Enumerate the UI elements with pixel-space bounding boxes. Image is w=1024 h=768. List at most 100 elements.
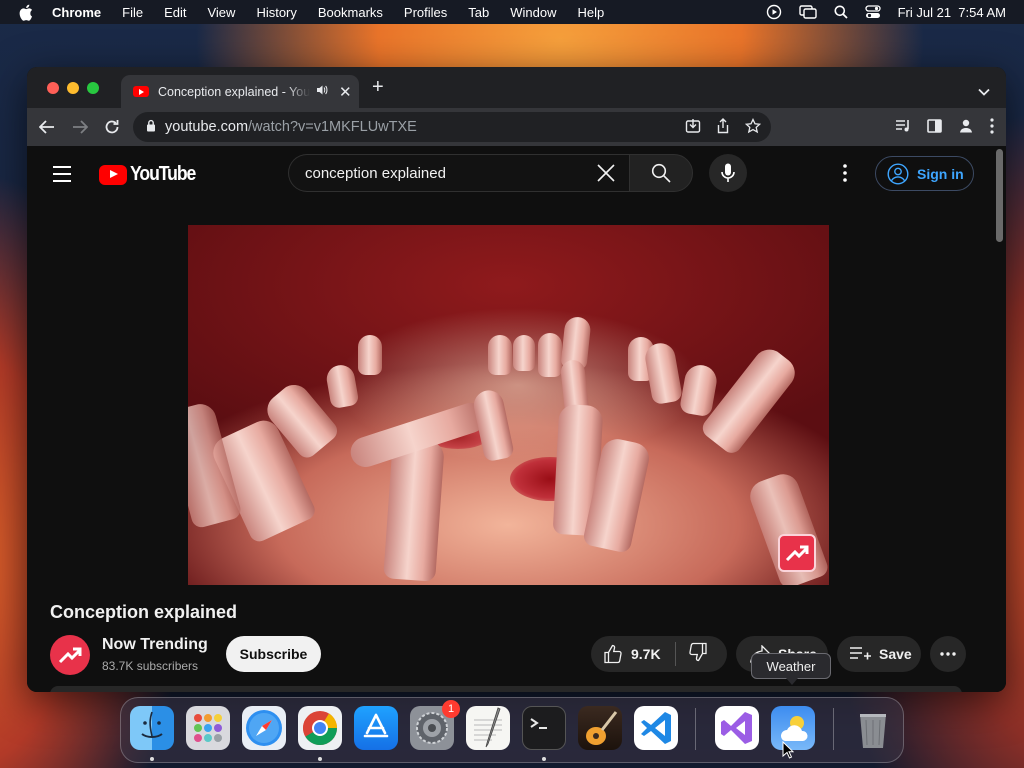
account-circle-icon xyxy=(887,162,909,185)
menubar-clock[interactable]: Fri Jul 21 7:54 AM xyxy=(898,5,1006,20)
side-panel-icon[interactable] xyxy=(927,119,942,138)
channel-watermark[interactable] xyxy=(778,534,816,572)
url-path: /watch?v=v1MKFLUwTXE xyxy=(248,119,417,135)
channel-name[interactable]: Now Trending xyxy=(102,636,208,654)
minimize-window-button[interactable] xyxy=(67,82,79,94)
like-count: 9.7K xyxy=(631,646,661,662)
playlist-add-icon xyxy=(850,647,871,660)
save-button[interactable]: Save xyxy=(837,636,921,672)
menu-view[interactable]: View xyxy=(207,5,235,20)
menu-chrome[interactable]: Chrome xyxy=(52,5,101,20)
dock-launchpad-icon[interactable] xyxy=(186,706,230,750)
apple-icon[interactable] xyxy=(18,3,36,21)
microphone-icon xyxy=(721,163,735,182)
dock-textedit-icon[interactable] xyxy=(466,706,510,750)
search-input[interactable]: conception explained xyxy=(288,154,629,192)
page-scrollbar[interactable] xyxy=(994,146,1006,692)
menu-bookmarks[interactable]: Bookmarks xyxy=(318,5,383,20)
tab-youtube[interactable]: Conception explained - YouTube ✕ xyxy=(121,75,359,108)
dock-trash-icon[interactable] xyxy=(851,706,895,750)
more-horizontal-icon xyxy=(940,652,956,656)
subscriber-count: 83.7K subscribers xyxy=(102,659,199,673)
youtube-header: YouTube conception explained Sign in xyxy=(27,146,992,202)
thumbs-down-icon xyxy=(689,642,707,661)
zoom-window-button[interactable] xyxy=(87,82,99,94)
thumbs-up-icon xyxy=(604,644,622,664)
screen-mirroring-icon[interactable] xyxy=(798,5,817,19)
youtube-favicon-icon xyxy=(133,86,149,97)
forward-button[interactable] xyxy=(70,117,90,137)
search-query: conception explained xyxy=(305,164,446,182)
new-tab-button[interactable]: + xyxy=(372,77,384,97)
search-icon xyxy=(651,163,671,183)
youtube-play-logo-icon xyxy=(99,164,127,185)
scrollbar-thumb[interactable] xyxy=(996,149,1003,242)
youtube-logo-text: YouTube xyxy=(130,163,196,185)
menu-file[interactable]: File xyxy=(122,5,143,20)
subscribe-button[interactable]: Subscribe xyxy=(226,636,321,672)
sign-in-button[interactable]: Sign in xyxy=(875,156,974,191)
mouse-pointer-icon xyxy=(782,740,795,764)
dock-terminal-icon[interactable] xyxy=(522,706,566,750)
browser-toolbar: youtube.com/watch?v=v1MKFLUwTXE xyxy=(27,108,1006,146)
description-box[interactable] xyxy=(50,686,962,692)
spotlight-search-icon[interactable] xyxy=(834,5,848,19)
lock-icon[interactable] xyxy=(146,119,156,136)
menu-window[interactable]: Window xyxy=(510,5,556,20)
channel-avatar[interactable] xyxy=(50,635,90,675)
save-label: Save xyxy=(879,646,912,662)
video-title: Conception explained xyxy=(50,602,238,622)
trending-arrow-icon xyxy=(785,545,809,562)
dock-safari-icon[interactable] xyxy=(242,706,286,750)
profile-icon[interactable] xyxy=(958,118,974,139)
media-controls-icon[interactable] xyxy=(895,119,911,138)
video-player[interactable] xyxy=(188,225,829,585)
sign-in-label: Sign in xyxy=(917,165,964,182)
tab-audio-icon[interactable] xyxy=(316,84,330,99)
menu-edit[interactable]: Edit xyxy=(164,5,186,20)
dock-visual-studio-icon[interactable] xyxy=(715,706,759,750)
clear-search-icon[interactable] xyxy=(597,164,615,186)
play-status-icon[interactable] xyxy=(766,4,782,20)
settings-more-icon[interactable] xyxy=(843,164,847,187)
dock-app-store-icon[interactable] xyxy=(354,706,398,750)
browser-window: Conception explained - YouTube ✕ + youtu… xyxy=(27,67,1006,692)
voice-search-button[interactable] xyxy=(709,154,747,192)
tab-strip: Conception explained - YouTube ✕ + xyxy=(27,67,1006,108)
like-button[interactable]: 9.7K xyxy=(591,644,675,664)
window-controls xyxy=(47,82,99,94)
youtube-page: YouTube conception explained Sign in Con… xyxy=(27,146,1006,692)
search-button[interactable] xyxy=(629,154,693,192)
menu-profiles[interactable]: Profiles xyxy=(404,5,447,20)
install-app-icon[interactable] xyxy=(685,118,701,138)
tab-title: Conception explained - YouTube xyxy=(158,84,310,99)
share-page-icon[interactable] xyxy=(715,118,731,138)
trending-arrow-icon xyxy=(58,647,82,664)
dislike-button[interactable] xyxy=(676,642,708,667)
bookmark-star-icon[interactable] xyxy=(744,117,762,138)
back-button[interactable] xyxy=(37,117,57,137)
youtube-logo[interactable]: YouTube xyxy=(99,163,204,186)
menu-history[interactable]: History xyxy=(256,5,296,20)
dock-garageband-icon[interactable] xyxy=(578,706,622,750)
menubar: Chrome File Edit View History Bookmarks … xyxy=(0,0,1024,24)
address-bar[interactable]: youtube.com/watch?v=v1MKFLUwTXE xyxy=(133,112,771,142)
dock-system-settings-icon[interactable]: 1 xyxy=(410,700,460,750)
dock-vscode-icon[interactable] xyxy=(634,706,678,750)
dock-finder-icon[interactable] xyxy=(130,706,174,750)
guide-menu-icon[interactable] xyxy=(53,166,71,187)
url-host: youtube.com xyxy=(165,119,249,135)
close-window-button[interactable] xyxy=(47,82,59,94)
settings-notification-badge: 1 xyxy=(442,700,460,718)
more-actions-button[interactable] xyxy=(930,636,966,672)
close-tab-icon[interactable]: ✕ xyxy=(339,83,352,101)
menu-tab[interactable]: Tab xyxy=(468,5,489,20)
chrome-menu-icon[interactable] xyxy=(990,118,994,139)
like-dislike-group: 9.7K xyxy=(591,636,727,672)
dock-chrome-icon[interactable] xyxy=(298,706,342,750)
tab-search-chevron-icon[interactable] xyxy=(978,83,990,101)
reload-button[interactable] xyxy=(102,117,122,137)
dock-tooltip: Weather xyxy=(751,653,831,685)
control-center-icon[interactable] xyxy=(864,5,881,19)
menu-help[interactable]: Help xyxy=(578,5,605,20)
